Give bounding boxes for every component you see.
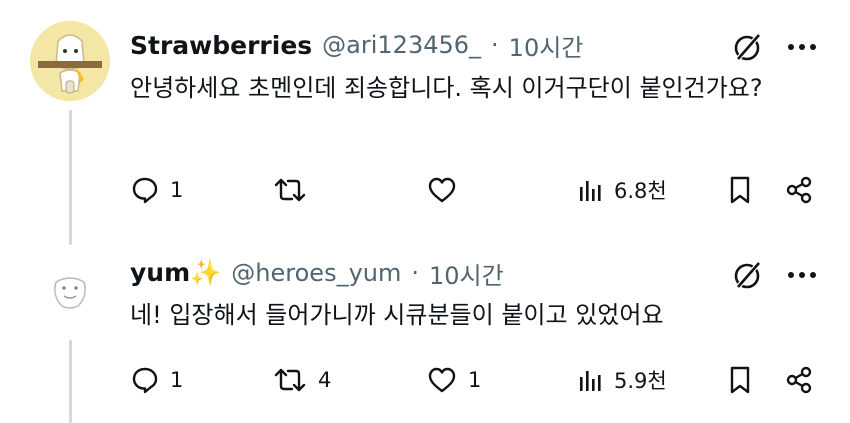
handle[interactable]: @heroes_yum: [231, 259, 401, 287]
like-count: 1: [468, 368, 482, 392]
thread-line: [69, 340, 72, 423]
display-name[interactable]: Strawberries: [130, 31, 312, 60]
bookmark-icon: [730, 176, 750, 204]
timestamp[interactable]: 10시간: [509, 28, 584, 63]
heart-icon: [428, 177, 456, 203]
view-count: 6.8천: [614, 179, 667, 203]
retweet-icon: [274, 178, 306, 202]
reply-count: 1: [170, 178, 184, 202]
views-chart-icon: [580, 371, 601, 391]
bookmark-button[interactable]: [724, 173, 756, 207]
handle[interactable]: @ari123456_: [322, 31, 481, 59]
retweet-button[interactable]: [272, 173, 318, 207]
tweet-text: 네! 입장해서 들어가니까 시큐분들이 붙이고 있었어요: [130, 301, 664, 329]
avatar[interactable]: [30, 252, 110, 332]
reply-button[interactable]: 1: [130, 173, 183, 207]
reply-icon: [132, 367, 158, 394]
share-button[interactable]: [782, 363, 816, 397]
reply-count: 1: [170, 368, 184, 392]
views-button[interactable]: 6.8천: [576, 173, 667, 207]
like-button[interactable]: [426, 173, 468, 207]
views-chart-icon: [580, 181, 601, 201]
separator: ·: [491, 31, 499, 59]
retweet-count: 4: [318, 368, 332, 392]
grok-icon[interactable]: [730, 257, 766, 293]
retweet-icon: [274, 368, 306, 392]
avatar-illustration-icon: [54, 277, 86, 309]
grok-icon[interactable]: [730, 29, 766, 65]
bookmark-button[interactable]: [724, 363, 756, 397]
reply-button[interactable]: 1: [130, 363, 183, 397]
more-options-icon[interactable]: [784, 32, 820, 62]
share-icon: [786, 176, 812, 204]
bookmark-icon: [730, 366, 750, 394]
retweet-button[interactable]: 4: [272, 363, 331, 397]
heart-icon: [428, 367, 456, 393]
separator: ·: [411, 259, 419, 287]
avatar-illustration-icon: [30, 21, 110, 101]
tweet-text: 안녕하세요 초멘인데 죄송합니다. 혹시 이거구단이 붙인건가요?: [130, 74, 763, 102]
like-button[interactable]: 1: [426, 363, 481, 397]
share-button[interactable]: [782, 173, 816, 207]
sparkles-emoji: ✨: [190, 258, 222, 287]
avatar[interactable]: [30, 21, 110, 101]
more-options-icon[interactable]: [784, 260, 820, 290]
display-name[interactable]: yum✨: [130, 258, 221, 288]
view-count: 5.9천: [614, 369, 667, 393]
share-icon: [786, 366, 812, 394]
thread-line: [69, 110, 72, 245]
reply-icon: [132, 177, 158, 204]
timestamp[interactable]: 10시간: [429, 256, 504, 291]
views-button[interactable]: 5.9천: [576, 363, 667, 397]
